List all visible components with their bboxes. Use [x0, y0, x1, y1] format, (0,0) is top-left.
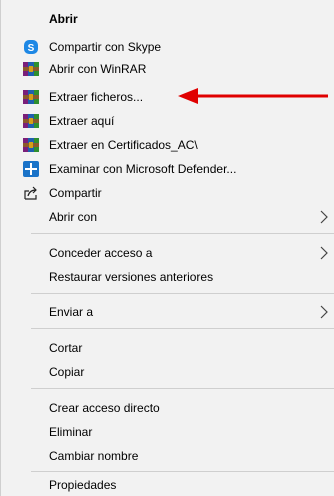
menu-item-label: Abrir con	[49, 210, 98, 224]
menu-item-abrir-con[interactable]: Abrir con	[1, 206, 334, 228]
menu-item-label: Restaurar versiones anteriores	[49, 270, 214, 284]
menu-item-label: Extraer aquí	[49, 114, 115, 128]
menu-item-label: Cambiar nombre	[49, 449, 139, 463]
menu-item-label: Eliminar	[49, 425, 93, 439]
winrar-icon	[23, 89, 39, 105]
menu-item-label: Copiar	[49, 365, 85, 379]
menu-item-eliminar[interactable]: Eliminar	[1, 421, 334, 443]
menu-separator	[31, 233, 334, 234]
menu-item-label: Propiedades	[49, 478, 117, 492]
menu-item-crear-acceso-directo[interactable]: Crear acceso directo	[1, 397, 334, 419]
chevron-right-icon	[319, 305, 329, 319]
share-icon	[23, 185, 39, 201]
menu-item-label: Abrir	[49, 12, 78, 26]
menu-separator	[31, 388, 334, 389]
menu-item-label: Compartir con Skype	[49, 40, 162, 54]
menu-item-examinar-con-defender[interactable]: Examinar con Microsoft Defender...	[1, 158, 334, 180]
context-menu: Abrir S Compartir con Skype Abrir con Wi…	[0, 0, 334, 496]
chevron-right-icon	[319, 246, 329, 260]
menu-item-compartir[interactable]: Compartir	[1, 182, 334, 204]
chevron-right-icon	[319, 210, 329, 224]
menu-item-label: Examinar con Microsoft Defender...	[49, 162, 237, 176]
menu-item-label: Cortar	[49, 341, 83, 355]
menu-item-copiar[interactable]: Copiar	[1, 361, 334, 383]
winrar-icon	[23, 137, 39, 153]
menu-separator	[31, 471, 334, 472]
defender-shield-icon	[23, 161, 39, 177]
menu-item-label: Extraer ficheros...	[49, 90, 144, 104]
menu-item-extraer-aqui[interactable]: Extraer aquí	[1, 110, 334, 132]
menu-item-abrir-con-winrar[interactable]: Abrir con WinRAR	[1, 58, 334, 80]
red-annotation-arrow	[178, 88, 328, 104]
menu-item-conceder-acceso[interactable]: Conceder acceso a	[1, 242, 334, 264]
menu-item-cortar[interactable]: Cortar	[1, 337, 334, 359]
menu-item-label: Enviar a	[49, 305, 94, 319]
menu-item-cambiar-nombre[interactable]: Cambiar nombre	[1, 445, 334, 467]
menu-item-label: Conceder acceso a	[49, 246, 153, 260]
menu-item-propiedades[interactable]: Propiedades	[1, 474, 334, 496]
menu-item-extraer-en-certificados[interactable]: Extraer en Certificados_AC\	[1, 134, 334, 156]
menu-item-restaurar-versiones[interactable]: Restaurar versiones anteriores	[1, 266, 334, 288]
menu-item-compartir-con-skype[interactable]: S Compartir con Skype	[1, 36, 334, 58]
menu-separator	[31, 293, 334, 294]
menu-item-label: Abrir con WinRAR	[49, 62, 147, 76]
skype-icon: S	[23, 39, 39, 55]
menu-item-enviar-a[interactable]: Enviar a	[1, 301, 334, 323]
menu-item-label: Extraer en Certificados_AC\	[49, 138, 198, 152]
menu-item-label: Compartir	[49, 186, 102, 200]
svg-text:S: S	[28, 43, 35, 54]
winrar-icon	[23, 61, 39, 77]
menu-separator	[31, 328, 334, 329]
menu-item-abrir[interactable]: Abrir	[1, 8, 334, 30]
winrar-icon	[23, 113, 39, 129]
menu-item-label: Crear acceso directo	[49, 401, 160, 415]
